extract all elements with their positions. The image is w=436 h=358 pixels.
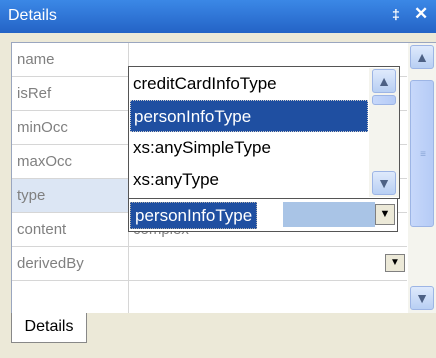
type-dropdown-button[interactable]: ▼ [375, 204, 395, 225]
scroll-up-icon[interactable]: ▲ [410, 45, 434, 69]
property-value[interactable] [130, 281, 407, 314]
dropdown-scroll-thumb[interactable] [372, 95, 396, 105]
panel-title: Details [8, 7, 57, 24]
close-icon[interactable]: ✕ [414, 4, 428, 24]
property-label: content [12, 213, 129, 246]
panel-titlebar: Details ‡ ✕ [0, 0, 436, 33]
property-value[interactable] [130, 247, 407, 280]
dropdown-option[interactable]: creditCardInfoType [130, 68, 368, 100]
tab-details[interactable]: Details [11, 313, 87, 343]
type-combobox[interactable]: personInfoType ▼ [128, 199, 398, 232]
property-row-partial[interactable] [12, 281, 407, 314]
dropdown-option[interactable]: personInfoType [130, 100, 368, 132]
dropdown-option[interactable]: xs:anyType [130, 164, 368, 196]
type-dropdown-list[interactable]: creditCardInfoType personInfoType xs:any… [128, 66, 400, 199]
type-combobox-value[interactable]: personInfoType [130, 202, 258, 229]
property-label [12, 281, 129, 314]
scroll-thumb[interactable]: ≡ [410, 80, 434, 227]
property-row-derivedby[interactable]: derivedBy ▼ [12, 247, 407, 281]
pin-icon[interactable]: ‡ [392, 6, 400, 22]
dropdown-scrollbar[interactable]: ▲ ▼ [369, 68, 399, 197]
property-label: minOcc [12, 111, 129, 144]
property-label: derivedBy [12, 247, 129, 280]
property-label: isRef [12, 77, 129, 110]
derivedby-dropdown-button[interactable]: ▼ [385, 254, 405, 272]
dropdown-scroll-up-icon[interactable]: ▲ [372, 69, 396, 93]
scroll-down-icon[interactable]: ▼ [410, 286, 434, 310]
grip-icon: ≡ [420, 149, 426, 160]
property-label: maxOcc [12, 145, 129, 178]
property-label: type [12, 179, 129, 212]
tab-bar: Details [0, 313, 436, 358]
combobox-fill [283, 202, 375, 227]
dropdown-scroll-down-icon[interactable]: ▼ [372, 171, 396, 195]
property-label: name [12, 43, 129, 76]
grid-vertical-scrollbar[interactable]: ▲ ≡ ▼ [408, 43, 436, 314]
dropdown-option[interactable]: xs:anySimpleType [130, 132, 368, 164]
